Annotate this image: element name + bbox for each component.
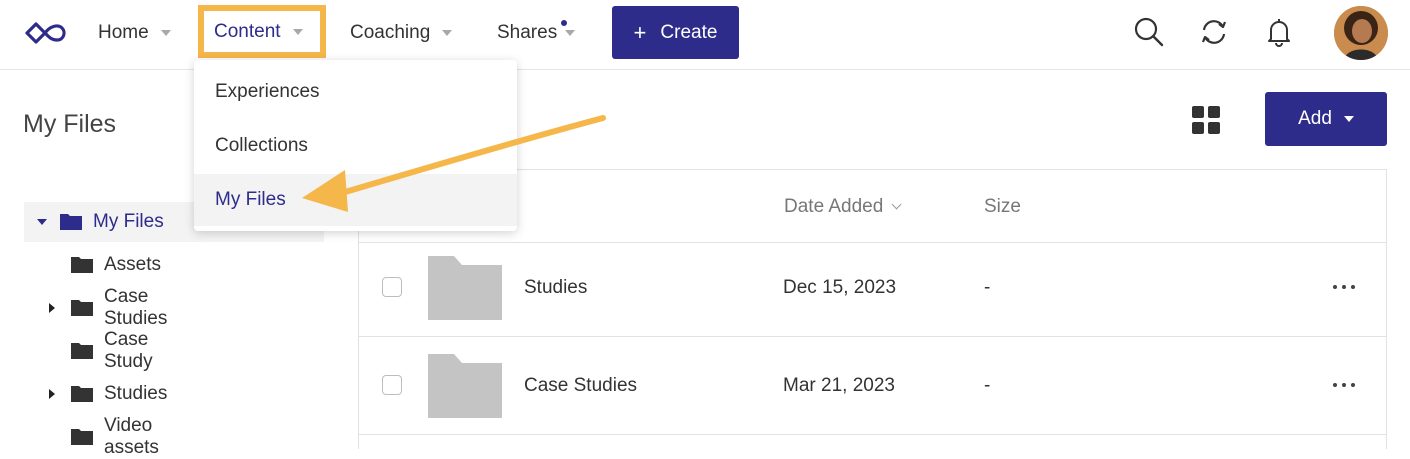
folder-icon xyxy=(428,354,502,418)
menu-item-my-files[interactable]: My Files xyxy=(194,174,517,226)
logo-icon[interactable] xyxy=(24,20,68,46)
caret-down-icon xyxy=(565,30,576,36)
tree-item-label: Case Studies xyxy=(104,286,168,329)
sync-icon[interactable] xyxy=(1197,15,1231,49)
row-divider xyxy=(359,434,1386,435)
bell-icon[interactable] xyxy=(1262,15,1296,49)
column-header-label: Date Added xyxy=(784,196,884,217)
nav-shares[interactable]: Shares xyxy=(497,18,576,48)
nav-coaching-label: Coaching xyxy=(350,22,431,43)
tree-item-label: Video assets xyxy=(104,415,159,458)
add-button[interactable]: Add xyxy=(1265,92,1387,146)
tree-item-label: Studies xyxy=(104,383,168,404)
folder-icon xyxy=(428,256,502,320)
sort-chevron-icon xyxy=(891,199,902,210)
nav-content[interactable]: Content xyxy=(198,5,326,58)
folder-icon xyxy=(71,386,93,402)
folder-icon xyxy=(71,300,93,316)
collapsed-caret-icon[interactable] xyxy=(49,389,55,399)
notification-dot xyxy=(561,20,567,26)
add-button-label: Add xyxy=(1298,108,1332,129)
plus-icon: + xyxy=(633,19,647,45)
row-divider xyxy=(359,336,1386,337)
folder-icon xyxy=(60,214,82,230)
tree-item-label: Case Study xyxy=(104,329,153,372)
file-name[interactable]: Case Studies xyxy=(524,375,637,397)
grid-view-icon[interactable] xyxy=(1192,106,1220,134)
column-header-date-added[interactable]: Date Added xyxy=(784,196,902,218)
file-date: Dec 15, 2023 xyxy=(783,277,897,298)
avatar-image xyxy=(1334,6,1388,60)
expanded-caret-icon[interactable] xyxy=(37,219,47,225)
create-button[interactable]: + Create xyxy=(612,6,739,59)
menu-item-collections[interactable]: Collections xyxy=(194,120,517,172)
file-name[interactable]: Studies xyxy=(524,277,587,299)
menu-item-experiences[interactable]: Experiences xyxy=(194,66,517,118)
folder-icon xyxy=(71,343,93,359)
folder-icon xyxy=(71,429,93,445)
tree-item-label: Assets xyxy=(104,254,162,275)
avatar[interactable] xyxy=(1334,6,1388,60)
file-date: Mar 21, 2023 xyxy=(783,375,895,396)
row-checkbox[interactable] xyxy=(382,277,402,297)
nav-content-label: Content xyxy=(214,20,281,42)
folder-icon xyxy=(71,257,93,273)
nav-home[interactable]: Home xyxy=(98,18,171,48)
page-title: My Files xyxy=(23,110,117,138)
caret-down-icon xyxy=(160,30,171,36)
row-checkbox[interactable] xyxy=(382,375,402,395)
file-size: - xyxy=(984,277,991,298)
caret-down-icon xyxy=(442,30,453,36)
search-icon[interactable] xyxy=(1132,15,1166,49)
nav-shares-label: Shares xyxy=(497,22,558,43)
more-options-icon[interactable] xyxy=(1333,285,1355,289)
row-divider xyxy=(359,242,1386,243)
content-dropdown-menu: Experiences Collections My Files xyxy=(194,60,517,231)
nav-home-label: Home xyxy=(98,22,149,43)
caret-down-icon xyxy=(292,28,303,35)
file-size: - xyxy=(984,375,991,396)
column-header-size[interactable]: Size xyxy=(984,196,1021,218)
column-header-label: Size xyxy=(984,196,1021,217)
nav-coaching[interactable]: Coaching xyxy=(350,18,453,48)
more-options-icon[interactable] xyxy=(1333,383,1355,387)
caret-down-icon xyxy=(1343,116,1354,122)
tree-item-label: My Files xyxy=(93,211,164,232)
collapsed-caret-icon[interactable] xyxy=(49,303,55,313)
create-button-label: Create xyxy=(660,21,718,43)
